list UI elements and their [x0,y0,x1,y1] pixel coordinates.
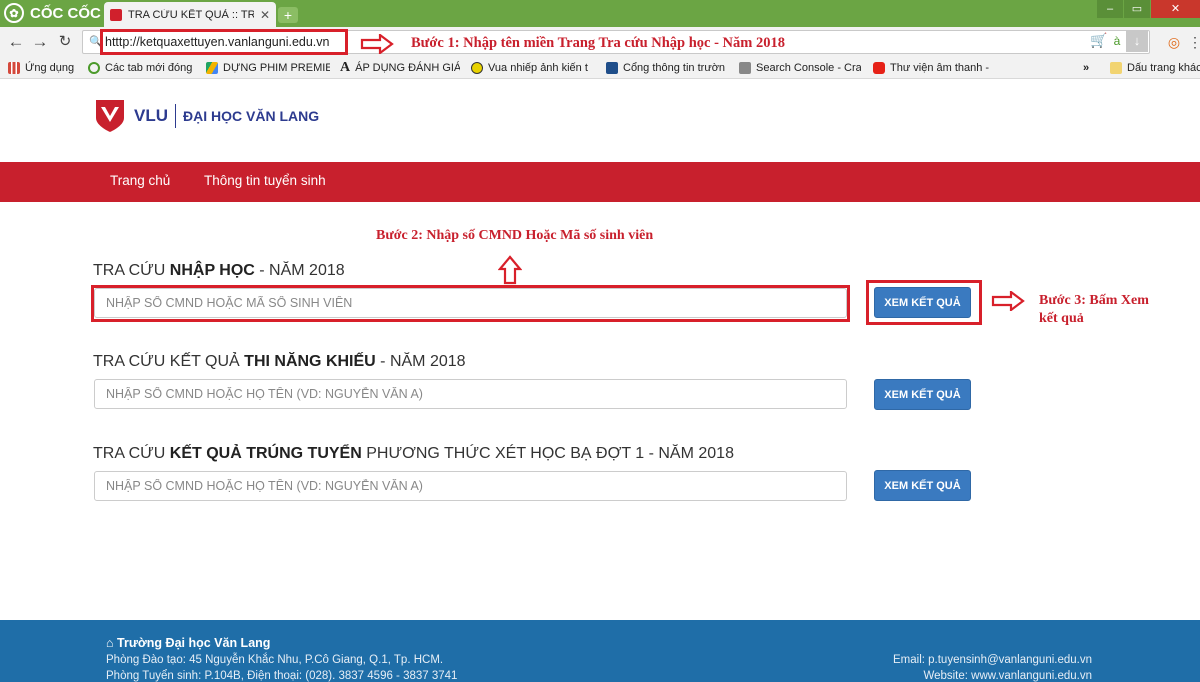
tab-title: TRA CỨU KẾT QUẢ :: TRƯỜ [128,8,254,21]
section-title-aptitude: TRA CỨU KẾT QUẢ THI NĂNG KHIẾU - NĂM 201… [93,353,466,371]
logo-full-name: ĐẠI HỌC VĂN LANG [183,108,320,124]
maximize-button[interactable]: ▭ [1124,0,1150,18]
site-footer: ⌂ Trường Đại học Văn Lang Phòng Đào tạo:… [0,620,1200,682]
browser-brand-label: CỐC CỐC [30,4,101,22]
coccoc-logo-icon: ✿ [4,3,24,23]
bookmark-ap-dung[interactable]: A ÁP DỤNG ĐÁNH GIÁ [340,60,460,76]
reload-button[interactable]: ↻ [55,31,75,53]
minimize-button[interactable]: – [1097,0,1123,18]
bookmark-label: Ứng dụng [25,62,75,74]
bookmark-label: Cổng thông tin trườn [623,62,726,74]
font-icon: A [340,60,351,75]
bookmark-label: Dấu trang khác [1127,62,1200,74]
bookmark-recent-tabs[interactable]: Các tab mới đóng [88,60,198,76]
folder-icon [1110,62,1122,74]
footer-website[interactable]: Website: www.vanlanguni.edu.vn [923,670,1092,682]
site-logo[interactable]: VLU ĐẠI HỌC VĂN LANG [94,96,319,136]
step3-annotation-line2: kết quả [1039,311,1084,326]
footer-school-name: Trường Đại học Văn Lang [117,636,271,650]
section-title-text: TRA CỨU [93,445,170,462]
youtube-icon [873,62,885,74]
home-icon: ⌂ [106,636,114,650]
address-highlight-box [100,29,348,55]
download-icon[interactable]: ↓ [1126,30,1148,52]
section-title-text: PHƯƠNG THỨC XÉT HỌC BẠ ĐỢT 1 - NĂM 2018 [361,445,734,462]
translate-icon[interactable]: à [1106,30,1128,52]
browser-tab[interactable]: TRA CỨU KẾT QUẢ :: TRƯỜ ✕ [104,2,276,27]
section-title-bold: KẾT QUẢ TRÚNG TUYỂN [169,445,362,462]
section-title-text: TRA CỨU KẾT QUẢ [93,353,245,370]
step3-annotation-line1: Bước 3: Bấm Xem [1039,293,1149,308]
forward-button[interactable]: → [30,31,50,53]
coccoc-menu-icon[interactable]: ◎ [1164,31,1184,53]
shopping-cart-icon[interactable]: 🛒 [1090,32,1107,49]
admission-search-input[interactable] [94,471,847,501]
step1-annotation: Bước 1: Nhập tên miền Trang Tra cứu Nhập… [411,35,785,51]
footer-email[interactable]: Email: p.tuyensinh@vanlanguni.edu.vn [893,654,1092,666]
bookmark-apps[interactable]: Ứng dụng [8,60,80,76]
bookmark-label: ÁP DỤNG ĐÁNH GIÁ [355,62,460,74]
admission-result-button[interactable]: XEM KẾT QUẢ [874,470,971,501]
close-tab-icon[interactable]: ✕ [260,8,270,22]
menu-icon[interactable]: ⋮ [1185,31,1200,53]
apps-icon [8,62,20,74]
nav-home[interactable]: Trang chủ [110,173,170,188]
favicon-icon [110,8,122,21]
bookmark-vua-nhiep-anh[interactable]: Vua nhiếp ảnh kiến t [471,60,595,76]
section-title-text: - NĂM 2018 [375,353,466,370]
main-nav: Trang chủ Thông tin tuyển sinh [0,162,1200,202]
close-window-button[interactable]: ✕ [1151,0,1200,18]
section-title-bold: THI NĂNG KHIẾU [244,353,376,370]
bookmark-label: Thư viện âm thanh - [890,62,990,74]
browser-tab-strip: ✿ CỐC CỐC TRA CỨU KẾT QUẢ :: TRƯỜ ✕ + – … [0,0,1200,27]
input-highlight-box [91,285,850,322]
button-highlight-box [866,280,982,325]
bookmark-label: DỰNG PHIM PREMIE [223,62,330,74]
section-title-admission: TRA CỨU KẾT QUẢ TRÚNG TUYỂN PHƯƠNG THỨC … [93,445,734,463]
logo-divider [175,104,176,128]
new-tab-button[interactable]: + [278,7,298,23]
history-icon [88,62,100,74]
logo-short-name: VLU [134,106,168,125]
step2-arrow-icon [498,255,522,285]
section-title-bold: NHẬP HỌC [169,262,255,279]
bookmark-other[interactable]: Dấu trang khác [1110,60,1200,76]
bookmark-label: Search Console - Cra [756,62,861,74]
bookmark-thu-vien[interactable]: Thư viện âm thanh - [873,60,993,76]
drive-icon [206,62,218,74]
nav-admissions-info[interactable]: Thông tin tuyển sinh [204,173,326,188]
footer-phone: Phòng Tuyển sinh: P.104B, Điện thoại: (0… [106,670,458,682]
more-bookmarks-icon[interactable]: » [1083,60,1097,76]
portal-icon [606,62,618,74]
vlu-shield-icon [96,100,124,132]
footer-school: ⌂ Trường Đại học Văn Lang [106,636,270,650]
section-title-enrollment: TRA CỨU NHẬP HỌC - NĂM 2018 [93,262,345,280]
browser-brand[interactable]: ✿ CỐC CỐC [4,2,101,24]
aptitude-search-input[interactable] [94,379,847,409]
footer-address: Phòng Đào tạo: 45 Nguyễn Khắc Nhu, P.Cô … [106,654,444,666]
step1-arrow-icon [360,34,394,54]
step3-arrow-icon [991,291,1025,311]
bookmark-search-console[interactable]: Search Console - Cra [739,60,861,76]
bookmark-label: Vua nhiếp ảnh kiến t [488,62,588,74]
section-title-text: TRA CỨU [93,262,170,279]
hexagon-icon [471,62,483,74]
search-console-icon [739,62,751,74]
bookmark-dung-phim[interactable]: DỰNG PHIM PREMIE [206,60,330,76]
back-button[interactable]: ← [6,31,26,53]
step2-annotation: Bước 2: Nhập số CMND Hoặc Mã số sinh viê… [376,228,654,243]
bookmark-cong-thong-tin[interactable]: Cổng thông tin trườn [606,60,728,76]
section-title-text: - NĂM 2018 [254,262,345,279]
bookmarks-bar: Ứng dụng Các tab mới đóng DỰNG PHIM PREM… [0,57,1200,79]
aptitude-result-button[interactable]: XEM KẾT QUẢ [874,379,971,410]
bookmark-label: Các tab mới đóng [105,62,193,74]
